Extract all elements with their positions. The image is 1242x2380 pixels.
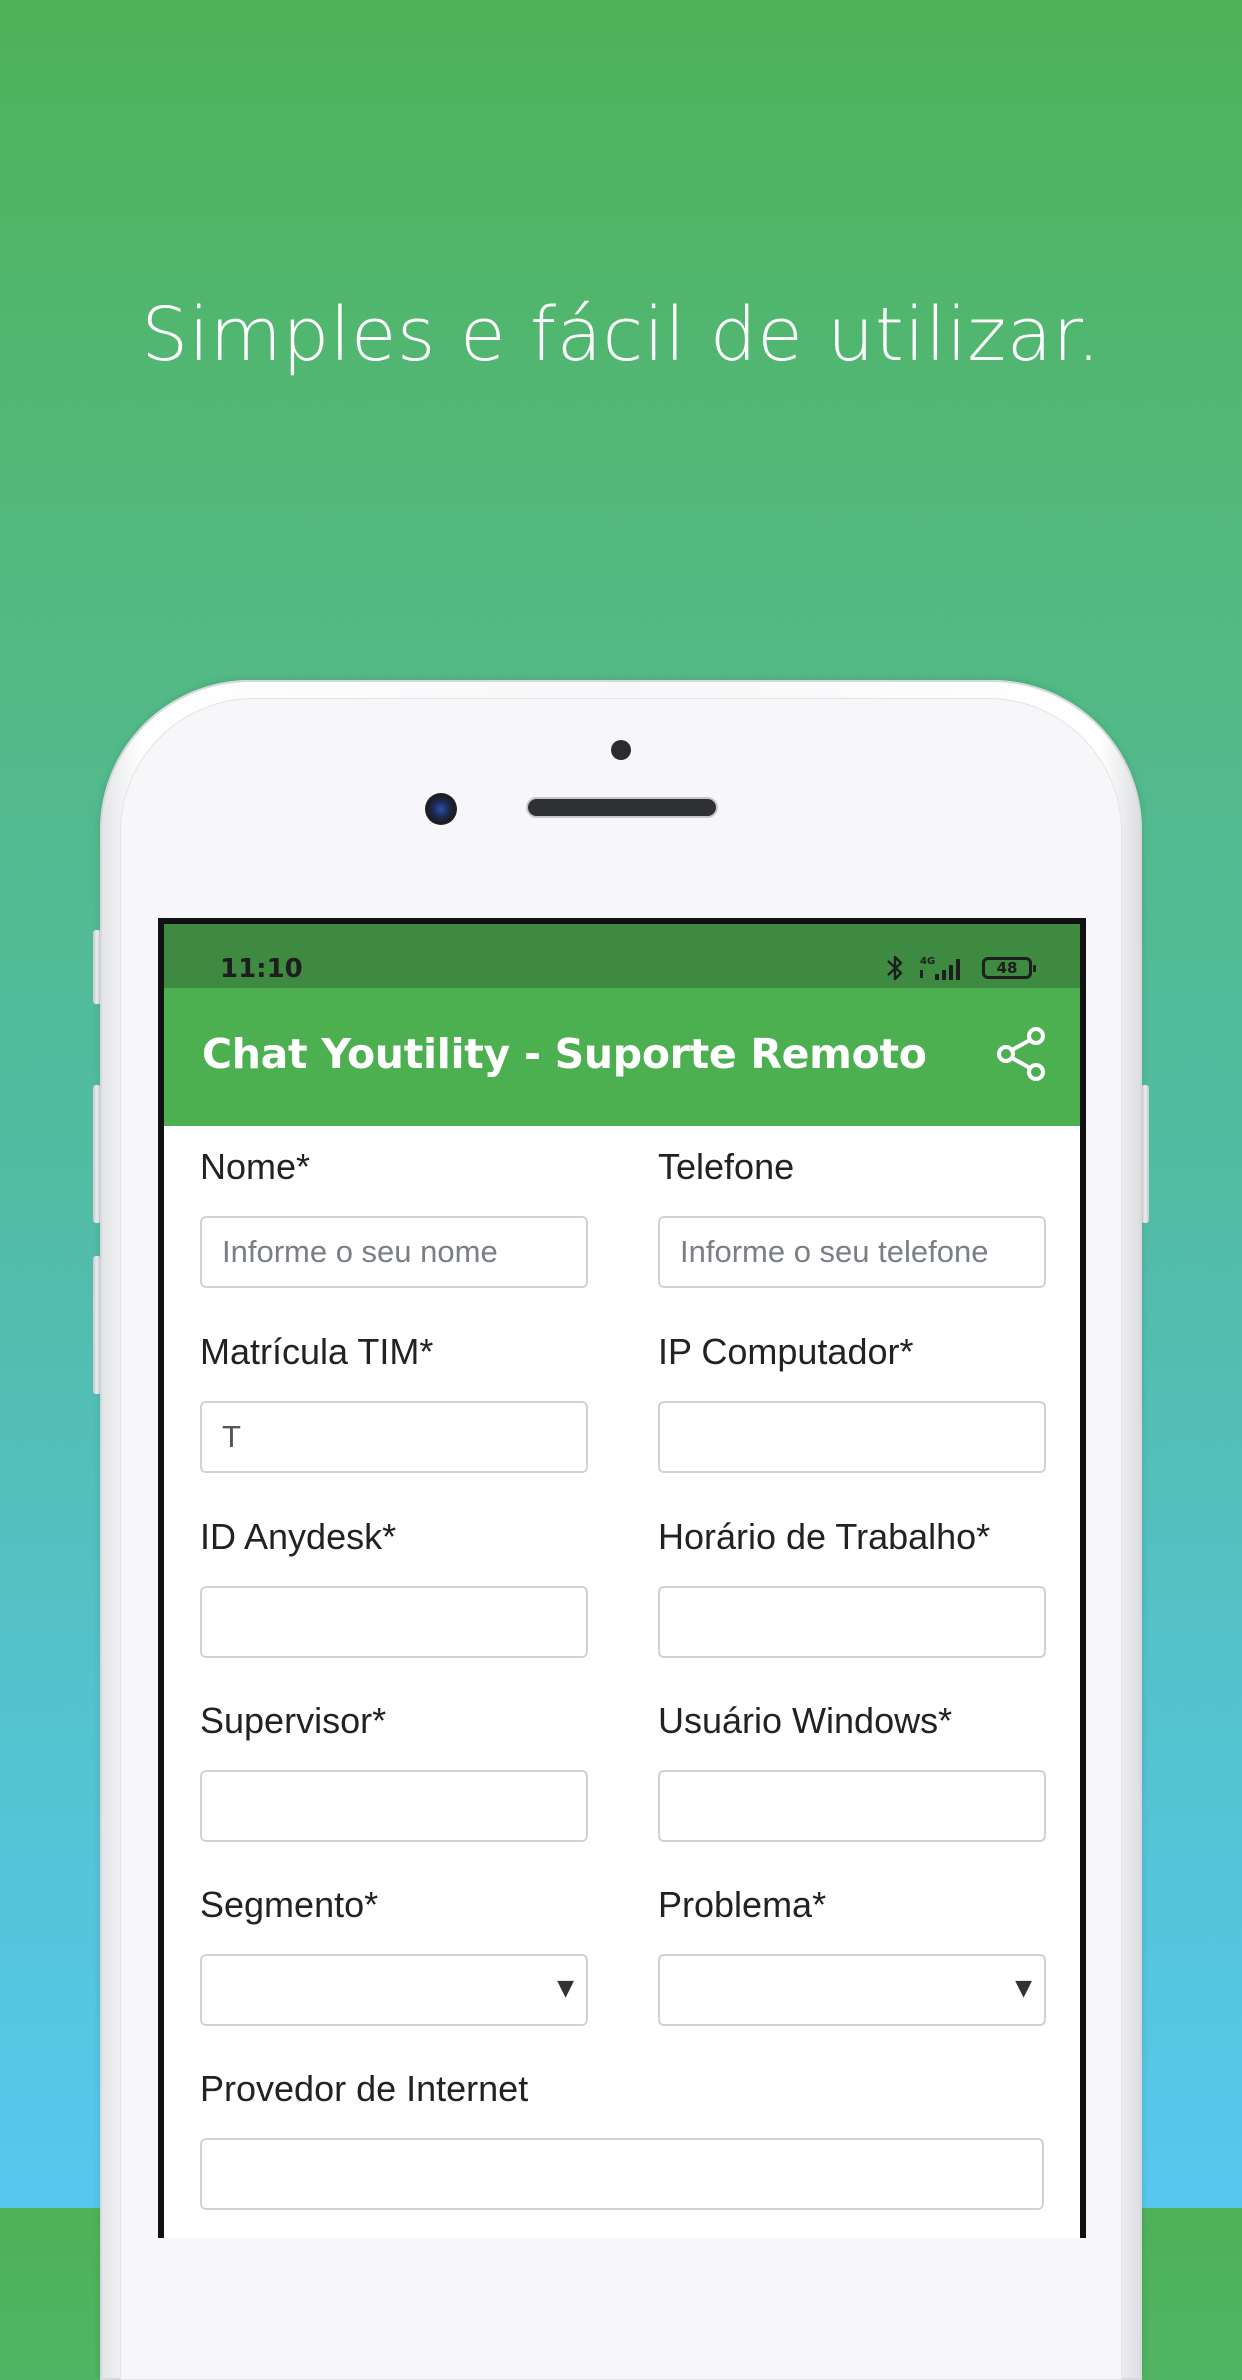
app-bar: Chat Youtility - Suporte Remoto: [164, 988, 1080, 1126]
horario-input[interactable]: [658, 1586, 1046, 1658]
field-usuario: Usuário Windows*: [658, 1700, 1046, 1842]
field-telefone: Telefone: [658, 1146, 1046, 1288]
matricula-input[interactable]: [200, 1401, 588, 1473]
anydesk-input[interactable]: [200, 1586, 588, 1658]
network-type-label: 4G: [920, 956, 935, 967]
usuario-input[interactable]: [658, 1770, 1046, 1842]
field-nome: Nome*: [200, 1146, 588, 1288]
ip-label: IP Computador*: [658, 1331, 914, 1372]
nome-input[interactable]: [200, 1216, 588, 1288]
status-icons: 4G 48: [886, 954, 1036, 982]
bluetooth-icon: [887, 955, 903, 981]
battery-icon: 48: [982, 957, 1036, 979]
share-button[interactable]: [994, 1024, 1050, 1084]
status-time: 11:10: [220, 954, 303, 984]
signal-icon: 4G: [920, 956, 960, 980]
chevron-down-icon: ▼: [1015, 1976, 1032, 2001]
segmento-select[interactable]: ▼: [200, 1954, 588, 2026]
share-icon: [997, 1027, 1045, 1081]
problema-label: Problema*: [658, 1884, 827, 1925]
nome-label: Nome*: [200, 1146, 311, 1187]
telefone-input[interactable]: [658, 1216, 1046, 1288]
earpiece-speaker: [528, 799, 716, 816]
supervisor-input[interactable]: [200, 1770, 588, 1842]
app-title: Chat Youtility - Suporte Remoto: [202, 1030, 927, 1078]
field-ip: IP Computador*: [658, 1331, 1046, 1473]
usuario-label: Usuário Windows*: [658, 1700, 953, 1741]
segmento-label: Segmento*: [200, 1884, 379, 1925]
matricula-label: Matrícula TIM*: [200, 1331, 434, 1372]
field-problema: Problema* ▼: [658, 1884, 1046, 2026]
field-segmento: Segmento* ▼: [200, 1884, 588, 2026]
horario-label: Horário de Trabalho*: [658, 1516, 991, 1557]
anydesk-label: ID Anydesk*: [200, 1516, 397, 1557]
field-provedor: Provedor de Internet: [200, 2068, 1044, 2210]
field-matricula: Matrícula TIM*: [200, 1331, 588, 1473]
problema-select[interactable]: ▼: [658, 1954, 1046, 2026]
field-horario: Horário de Trabalho*: [658, 1516, 1046, 1658]
chevron-down-icon: ▼: [557, 1976, 574, 2001]
proximity-sensor: [611, 740, 631, 760]
phone-power-button: [1141, 1085, 1149, 1223]
provedor-input[interactable]: [200, 2138, 1044, 2210]
support-form: Nome* Telefone Matrícula TIM* IP Computa…: [164, 1126, 1080, 2238]
promo-headline: Simples e fácil de utilizar.: [141, 292, 1101, 378]
supervisor-label: Supervisor*: [200, 1700, 387, 1741]
field-anydesk: ID Anydesk*: [200, 1516, 588, 1658]
battery-level: 48: [996, 959, 1018, 977]
ip-input[interactable]: [658, 1401, 1046, 1473]
status-bar: 11:10 4G 48: [164, 924, 1080, 988]
field-supervisor: Supervisor*: [200, 1700, 588, 1842]
phone-screen: 11:10 4G 48 Chat Youtility - Suporte Rem…: [158, 918, 1086, 2238]
provedor-label: Provedor de Internet: [200, 2068, 529, 2109]
telefone-label: Telefone: [658, 1146, 795, 1187]
front-camera: [425, 793, 457, 825]
